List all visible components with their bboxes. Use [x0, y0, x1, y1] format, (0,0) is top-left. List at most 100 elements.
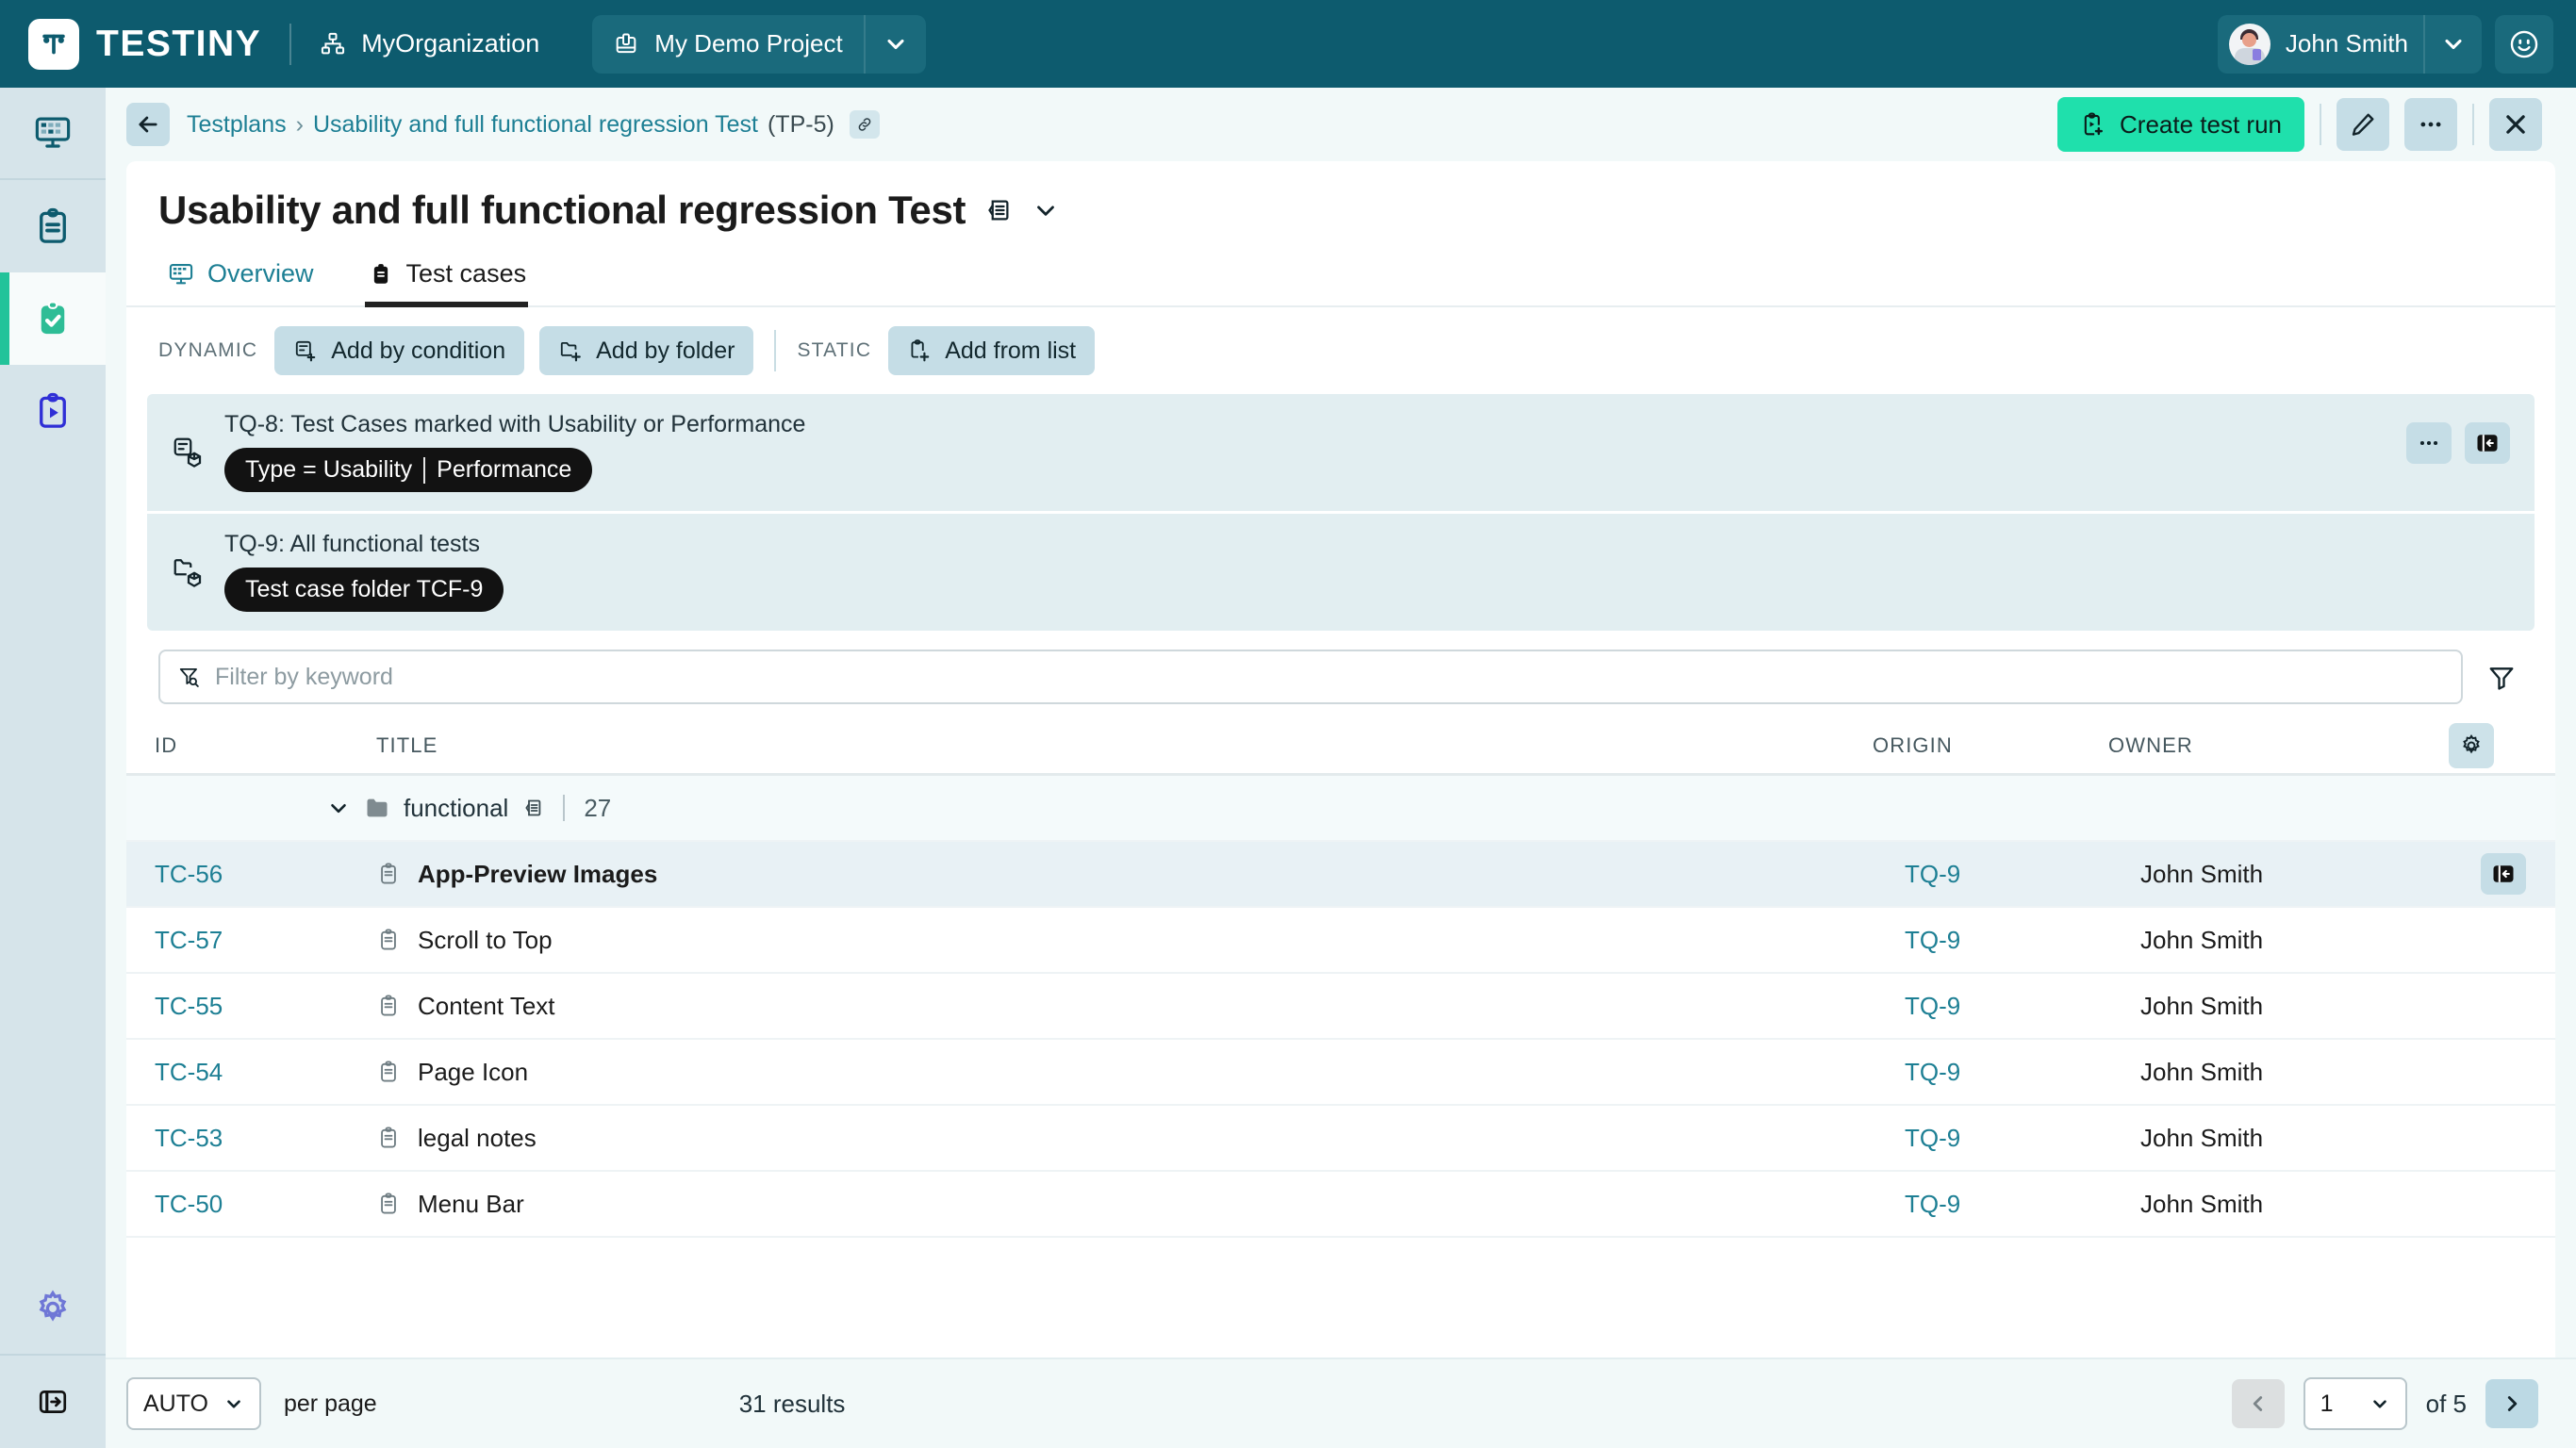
test-cases-table: ID TITLE ORIGIN OWNER functional 27 TC-5…: [126, 717, 2555, 1358]
column-header-owner[interactable]: OWNER: [2108, 733, 2419, 758]
left-rail: [0, 88, 106, 1448]
column-header-title[interactable]: TITLE: [305, 733, 1873, 758]
rail-item-settings[interactable]: [0, 1263, 106, 1356]
rail-item-dashboard[interactable]: [0, 88, 106, 180]
page-select[interactable]: 1: [2303, 1377, 2407, 1430]
table-row[interactable]: TC-57 Scroll to Top TQ-9 John Smith: [126, 908, 2555, 974]
breadcrumb-current[interactable]: Usability and full functional regression…: [313, 111, 758, 139]
table-folder-row[interactable]: functional 27: [126, 776, 2555, 842]
rail-item-test-plans[interactable]: [0, 272, 106, 365]
column-header-origin[interactable]: ORIGIN: [1873, 733, 2108, 758]
rail-item-test-runs[interactable]: [0, 365, 106, 457]
breadcrumb-root[interactable]: Testplans: [187, 111, 287, 139]
per-page-select[interactable]: AUTO: [126, 1377, 261, 1430]
column-header-actions: [2419, 722, 2523, 768]
add-by-condition-label: Add by condition: [331, 337, 506, 364]
query-more-button[interactable]: [2406, 422, 2452, 464]
query-body: TQ-9: All functional tests Test case fol…: [224, 531, 504, 612]
row-id[interactable]: TC-50: [126, 1190, 305, 1219]
table-row[interactable]: TC-55 Content Text TQ-9 John Smith: [126, 974, 2555, 1040]
page-title-chevron-down-icon[interactable]: [1032, 196, 1060, 224]
row-title: Content Text: [418, 991, 555, 1020]
table-settings-button[interactable]: [2449, 722, 2494, 768]
description-icon[interactable]: [984, 196, 1013, 224]
user-menu-main[interactable]: John Smith: [2218, 15, 2423, 74]
query-row[interactable]: TQ-9: All functional tests Test case fol…: [147, 511, 2535, 631]
row-origin[interactable]: TQ-9: [1905, 860, 2140, 889]
gear-icon: [2459, 733, 2484, 758]
page-total-label: of 5: [2425, 1389, 2467, 1418]
pill-divider: [423, 456, 426, 484]
query-title: TQ-9: All functional tests: [224, 531, 480, 557]
prev-page-button[interactable]: [2231, 1379, 2285, 1428]
row-open-panel-button[interactable]: [2481, 853, 2526, 895]
project-selector-main[interactable]: My Demo Project: [592, 15, 863, 74]
add-from-list-button[interactable]: Add from list: [888, 326, 1096, 375]
more-actions-button[interactable]: [2404, 98, 2457, 151]
pager: 1 of 5: [2231, 1377, 2538, 1430]
filter-toggle-button[interactable]: [2480, 663, 2523, 691]
per-page-label: per page: [284, 1390, 377, 1417]
row-id[interactable]: TC-53: [126, 1124, 305, 1153]
row-origin[interactable]: TQ-9: [1905, 1058, 2140, 1087]
clipboard-play-icon: [33, 391, 73, 431]
row-action-cell: [2452, 853, 2555, 895]
rail-item-collapse-sidebar[interactable]: [0, 1356, 106, 1448]
table-row[interactable]: TC-54 Page Icon TQ-9 John Smith: [126, 1040, 2555, 1106]
edit-button[interactable]: [2337, 98, 2389, 151]
row-id[interactable]: TC-55: [126, 992, 305, 1021]
table-row[interactable]: TC-53 legal notes TQ-9 John Smith: [126, 1106, 2555, 1172]
column-header-id[interactable]: ID: [126, 733, 305, 758]
close-button[interactable]: [2489, 98, 2542, 151]
row-origin[interactable]: TQ-9: [1905, 1124, 2140, 1153]
user-menu-chevron-down-icon[interactable]: [2423, 14, 2482, 74]
tab-bar: Overview Test cases: [126, 233, 2555, 307]
link-icon[interactable]: [849, 110, 880, 139]
row-id[interactable]: TC-56: [126, 860, 305, 889]
divider: [774, 330, 777, 371]
query-open-panel-button[interactable]: [2465, 422, 2510, 464]
divider: [563, 795, 566, 821]
query-row[interactable]: TQ-8: Test Cases marked with Usability o…: [147, 394, 2535, 511]
add-by-folder-label: Add by folder: [596, 337, 735, 364]
add-by-folder-button[interactable]: Add by folder: [539, 326, 754, 375]
table-row[interactable]: TC-50 Menu Bar TQ-9 John Smith: [126, 1172, 2555, 1238]
description-icon[interactable]: [521, 797, 544, 819]
row-id[interactable]: TC-54: [126, 1058, 305, 1087]
organization-selector[interactable]: MyOrganization: [320, 29, 539, 58]
tab-test-cases[interactable]: Test cases: [359, 250, 548, 307]
rail-item-test-cases[interactable]: [0, 180, 106, 272]
query-pill-left: Test case folder TCF-9: [245, 576, 484, 602]
brand-logo[interactable]: TESTINY: [23, 18, 262, 70]
open-panel-icon: [2490, 861, 2517, 887]
tab-overview[interactable]: Overview: [158, 250, 335, 305]
back-button[interactable]: [126, 103, 170, 146]
feedback-smiley-icon[interactable]: [2495, 14, 2553, 74]
add-by-condition-button[interactable]: Add by condition: [274, 326, 525, 375]
row-owner: John Smith: [2140, 1057, 2264, 1086]
breadcrumb: Testplans › Usability and full functiona…: [187, 110, 880, 139]
clipboard-icon: [376, 928, 401, 952]
clipboard-icon: [369, 262, 393, 287]
filter-input-wrap[interactable]: [158, 650, 2463, 704]
user-name: John Smith: [2285, 29, 2408, 58]
project-selector[interactable]: My Demo Project: [592, 14, 926, 74]
project-dropdown-chevron-down-icon[interactable]: [863, 14, 926, 74]
org-chart-icon: [320, 31, 346, 58]
row-title: Scroll to Top: [418, 925, 553, 954]
row-origin[interactable]: TQ-9: [1905, 1190, 2140, 1219]
row-origin[interactable]: TQ-9: [1905, 926, 2140, 955]
app-root: TESTINY MyOrganization My Demo Project J…: [0, 0, 2576, 1448]
next-page-button[interactable]: [2485, 1379, 2538, 1428]
row-origin[interactable]: TQ-9: [1905, 992, 2140, 1021]
user-menu[interactable]: John Smith: [2217, 14, 2482, 74]
clipboard-icon: [376, 862, 401, 886]
project-name: My Demo Project: [654, 29, 843, 58]
create-test-run-button[interactable]: Create test run: [2057, 97, 2304, 152]
search-input[interactable]: [215, 663, 2444, 691]
brand-name: TESTINY: [96, 23, 262, 64]
row-id[interactable]: TC-57: [126, 926, 305, 955]
dashboard-icon: [168, 261, 194, 288]
table-row[interactable]: TC-56 App-Preview Images TQ-9 John Smith: [126, 842, 2555, 908]
chevron-down-icon[interactable]: [326, 796, 351, 820]
